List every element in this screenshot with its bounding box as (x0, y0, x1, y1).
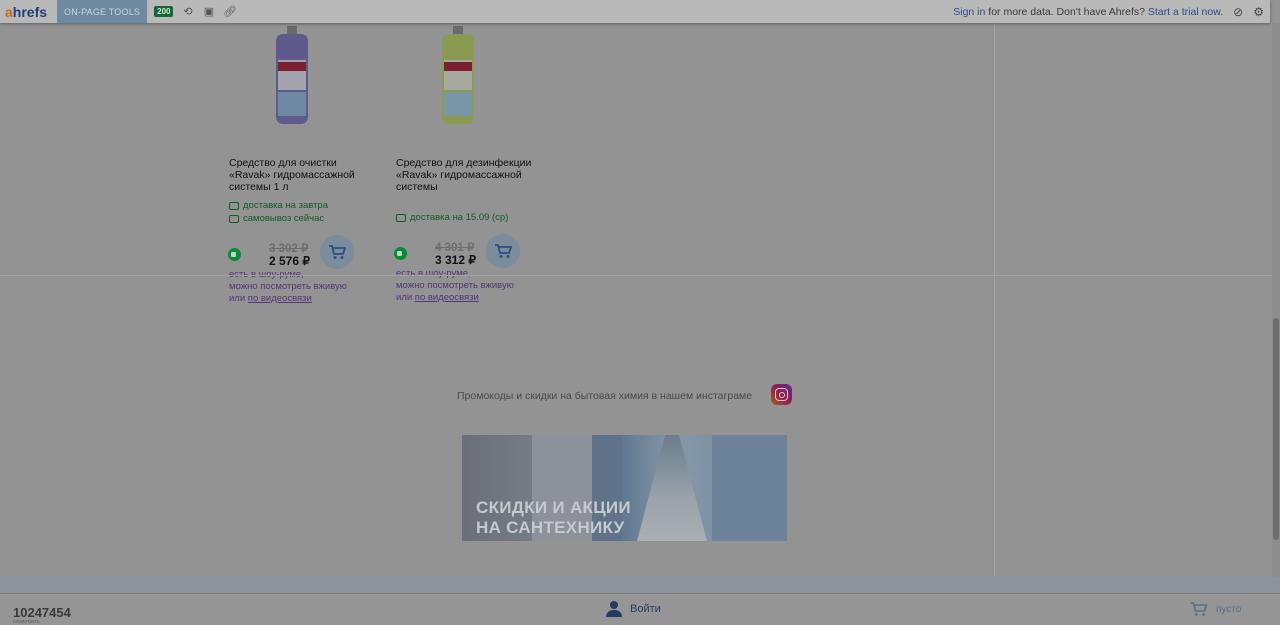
cart-button[interactable]: пусто (1189, 601, 1241, 617)
truck-icon (229, 201, 239, 210)
redirect-icon[interactable]: ⟲ (181, 5, 194, 18)
add-to-cart-button[interactable] (320, 235, 354, 269)
store-icon (229, 214, 239, 223)
cart-icon (1190, 602, 1208, 616)
instagram-icon[interactable] (771, 384, 792, 405)
user-icon (606, 601, 622, 617)
banner-heading: СКИДКИ И АКЦИИ НА САНТЕХНИКУ (476, 498, 631, 537)
gear-icon[interactable]: ⚙ (1253, 5, 1264, 19)
link-icon[interactable]: 🔗︎ (223, 5, 237, 18)
cart-icon (329, 245, 346, 259)
guide-line-vertical (994, 23, 995, 624)
product-title[interactable]: Средство для дезинфекции «Ravak» гидрома… (396, 157, 536, 193)
instagram-promo-text: Промокоды и скидки на бытовая химия в на… (457, 390, 753, 402)
ahrefs-signin-area: Sign in for more data. Don't have Ahrefs… (953, 5, 1270, 19)
sign-in-link[interactable]: Sign in (953, 6, 985, 18)
current-price: 2 576 ₽ (269, 254, 310, 268)
showroom-note: есть в шоу-руме, можно посмотреть вживую… (396, 268, 514, 303)
ahrefs-logo[interactable]: a hrefs (0, 0, 57, 23)
old-price: 4 301 ₽ (435, 242, 475, 254)
disable-icon[interactable]: ⊘ (1233, 5, 1243, 19)
video-call-link[interactable]: по видеосвязи (415, 292, 479, 303)
on-page-tools-tab[interactable]: ON-PAGE TOOLS (57, 0, 148, 23)
video-call-icon (394, 247, 407, 260)
footer-strip (0, 577, 1280, 593)
video-call-link[interactable]: по видеосвязи (248, 293, 312, 304)
login-button[interactable]: Войти (606, 601, 661, 617)
pickup-info: самовывоз сейчас (229, 213, 324, 224)
guide-line-horizontal (0, 275, 1280, 276)
old-price: 3 302 ₽ (269, 243, 309, 255)
page-icon[interactable]: ▣ (202, 5, 215, 18)
delivery-info: доставка на 15.09 (ср) (396, 212, 508, 223)
delivery-info: доставка на завтра (229, 200, 328, 211)
add-to-cart-button[interactable] (486, 234, 520, 268)
more-data-text: for more data. Don't have Ahrefs? (985, 5, 1148, 18)
truck-icon (396, 213, 406, 222)
scrollbar-thumb[interactable] (1273, 318, 1279, 540)
phone-number[interactable]: 10247454 (13, 605, 71, 620)
ahrefs-toolbar: a hrefs ON-PAGE TOOLS 200 ⟲ ▣ 🔗︎ Sign in … (0, 0, 1270, 23)
product-image[interactable] (270, 26, 314, 126)
phone-caption: посмотреть (13, 619, 40, 625)
current-price: 3 312 ₽ (435, 253, 476, 267)
product-title[interactable]: Средство для очистки «Ravak» гидромассаж… (229, 157, 369, 193)
start-trial-link[interactable]: Start a trial now. (1148, 6, 1223, 18)
video-call-icon (228, 248, 241, 261)
cart-icon (495, 244, 512, 258)
product-image[interactable] (436, 26, 480, 126)
promo-banner[interactable]: СКИДКИ И АКЦИИ НА САНТЕХНИКУ (462, 435, 787, 541)
http-status-badge: 200 (154, 6, 174, 17)
